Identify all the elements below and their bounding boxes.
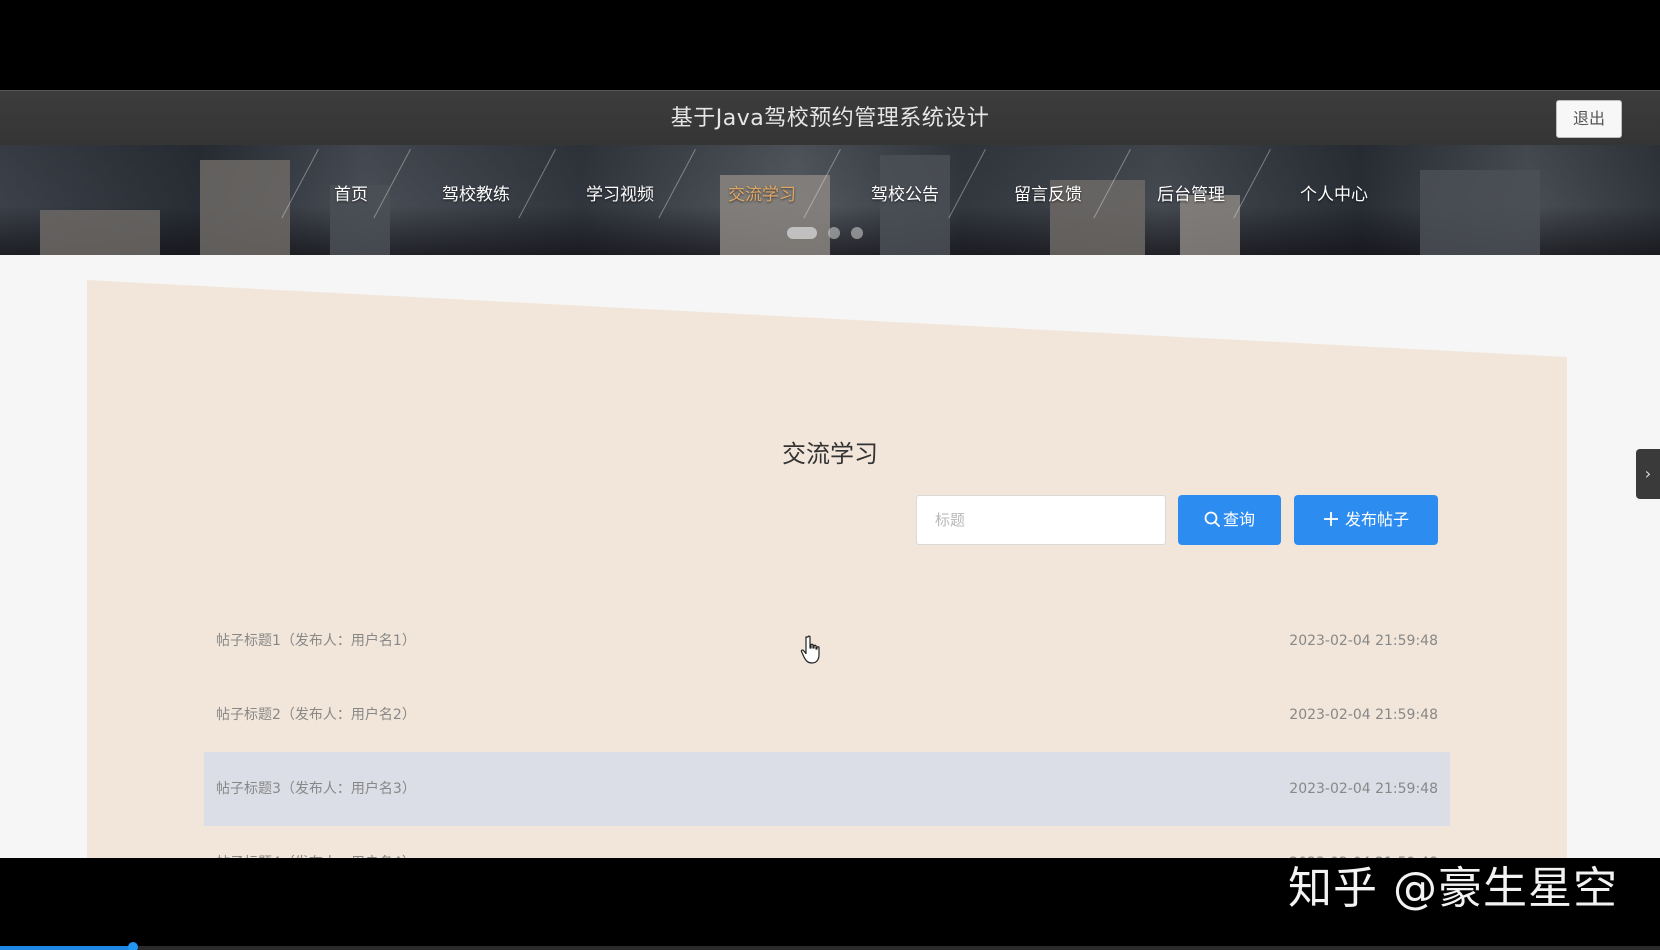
logout-button[interactable]: 退出: [1556, 100, 1622, 138]
chevron-right-icon: ›: [1644, 464, 1652, 483]
publish-button-label: 发布帖子: [1344, 510, 1409, 529]
post-time: 2023-02-04 21:59:48: [1289, 707, 1438, 723]
main-nav: 首页 驾校教练 学习视频 交流学习 驾校公告 留言反馈 后台管理 个人中心: [0, 175, 1660, 215]
site-title: 基于Java驾校预约管理系统设计: [670, 106, 990, 131]
app-viewport: 基于Java驾校预约管理系统设计 退出 首页 驾校教练 学习视频 交流学习 驾校…: [0, 90, 1660, 858]
nav-item-profile[interactable]: 个人中心: [1279, 175, 1389, 215]
post-row[interactable]: 帖子标题2（发布人：用户名2） 2023-02-04 21:59:48: [204, 678, 1450, 752]
post-title: 帖子标题3（发布人：用户名3）: [216, 781, 416, 797]
nav-item-admin[interactable]: 后台管理: [1136, 175, 1246, 215]
post-list: 帖子标题1（发布人：用户名1） 2023-02-04 21:59:48 帖子标题…: [204, 604, 1450, 858]
banner-nav: 首页 驾校教练 学习视频 交流学习 驾校公告 留言反馈 后台管理 个人中心: [0, 145, 1660, 255]
video-progress-bar[interactable]: [0, 942, 1660, 950]
nav-item-notices[interactable]: 驾校公告: [850, 175, 960, 215]
query-button-label: 查询: [1222, 510, 1255, 529]
top-bar: 基于Java驾校预约管理系统设计 退出: [0, 90, 1660, 145]
post-row[interactable]: 帖子标题3（发布人：用户名3） 2023-02-04 21:59:48: [204, 752, 1450, 826]
banner-building: [40, 210, 160, 255]
screen: 基于Java驾校预约管理系统设计 退出 首页 驾校教练 学习视频 交流学习 驾校…: [0, 0, 1660, 950]
search-icon: [1204, 511, 1220, 527]
post-title: 帖子标题4（发布人：用户名4）: [216, 826, 416, 858]
query-button[interactable]: 查询: [1178, 495, 1281, 545]
page-title: 交流学习: [782, 440, 878, 468]
video-progress-handle[interactable]: [127, 942, 138, 950]
post-row[interactable]: 帖子标题4（发布人：用户名4） 2023-02-04 21:59:48: [204, 826, 1450, 858]
nav-item-coaches[interactable]: 驾校教练: [421, 175, 531, 215]
carousel-dot[interactable]: [828, 227, 840, 239]
nav-item-videos[interactable]: 学习视频: [565, 175, 675, 215]
post-time: 2023-02-04 21:59:48: [1289, 781, 1438, 797]
search-input[interactable]: [916, 495, 1166, 545]
post-title: 帖子标题2（发布人：用户名2）: [216, 707, 416, 723]
nav-item-home[interactable]: 首页: [296, 175, 406, 215]
plus-icon: [1323, 512, 1338, 526]
watermark: 知乎 @豪生星空: [1288, 863, 1618, 914]
side-panel-toggle[interactable]: ›: [1636, 449, 1660, 499]
post-title: 帖子标题1（发布人：用户名1）: [216, 633, 416, 649]
carousel-dot[interactable]: [787, 227, 817, 239]
nav-item-forum[interactable]: 交流学习: [707, 175, 817, 215]
post-row[interactable]: 帖子标题1（发布人：用户名1） 2023-02-04 21:59:48: [204, 604, 1450, 678]
post-time: 2023-02-04 21:59:48: [1289, 633, 1438, 649]
video-progress-fill: [0, 946, 133, 950]
hand-pointer-icon: [800, 635, 820, 664]
nav-item-feedback[interactable]: 留言反馈: [993, 175, 1103, 215]
publish-post-button[interactable]: 发布帖子: [1294, 495, 1438, 545]
carousel-dot[interactable]: [851, 227, 863, 239]
